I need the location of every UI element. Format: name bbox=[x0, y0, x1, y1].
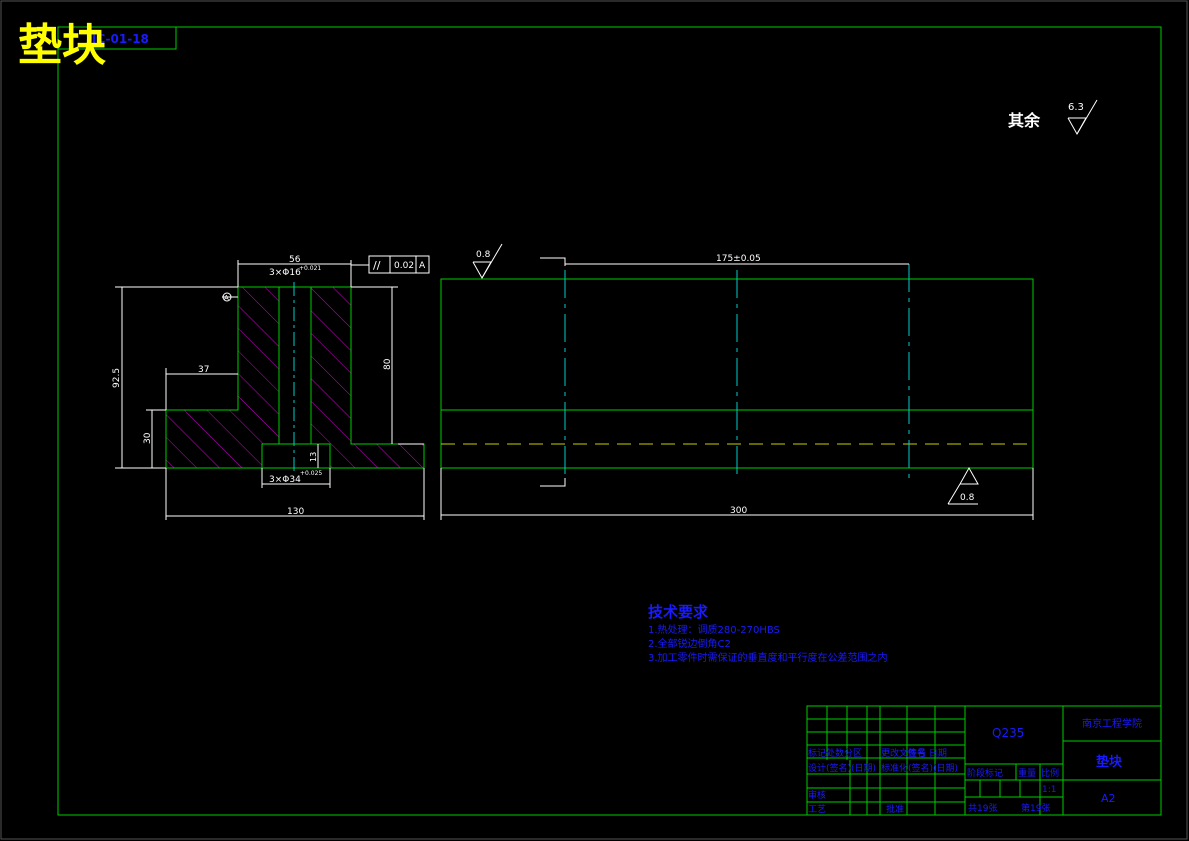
section-hatch bbox=[166, 287, 424, 468]
tb-row-label: 工艺 bbox=[808, 804, 826, 815]
title-block-grid bbox=[807, 706, 965, 815]
dim-hole-top: 3×Φ16 bbox=[269, 268, 301, 278]
dim-step: 37 bbox=[198, 365, 209, 375]
roughness-top-value: 0.8 bbox=[476, 250, 491, 260]
left-section-view: A 56 3×Φ16 +0.021 // 0.02 A 92.5 37 30 8… bbox=[112, 255, 430, 520]
dim-overall-width: 130 bbox=[287, 507, 304, 517]
tb-scale: 1:1 bbox=[1042, 785, 1056, 795]
datum-label: A bbox=[224, 294, 229, 302]
roughness-bottom-value: 0.8 bbox=[960, 493, 975, 503]
tb-stage-mark: 阶段标记 bbox=[967, 767, 1003, 779]
tech-req-title: 技术要求 bbox=[648, 603, 709, 621]
tb-row-label: 设计(签名)(日期) bbox=[808, 762, 876, 774]
dim-base-height: 30 bbox=[143, 432, 153, 444]
dim-length: 300 bbox=[730, 506, 747, 516]
dim-counterbore-depth: 13 bbox=[309, 452, 318, 462]
tb-sheet-no: 第19张 bbox=[1021, 802, 1050, 814]
big-title: 垫块 bbox=[18, 20, 106, 71]
tb-part-name: 垫块 bbox=[1096, 754, 1123, 770]
dim-height-left: 92.5 bbox=[112, 368, 122, 388]
tb-sheet-size: A2 bbox=[1101, 792, 1116, 805]
tb-row-label: 签名 日期 bbox=[908, 747, 947, 759]
tb-weight: 重量 bbox=[1018, 767, 1036, 779]
tolerance-datum: A bbox=[419, 261, 426, 271]
roughness-rest-value: 6.3 bbox=[1068, 102, 1084, 113]
dim-right-height: 80 bbox=[383, 358, 393, 370]
dim-hole-bottom-tol: +0.025 bbox=[300, 470, 322, 477]
roughness-rest-label: 其余 bbox=[1008, 111, 1041, 130]
tech-req-item: 1.热处理：调质280-270HBS bbox=[648, 623, 780, 636]
dim-top-width: 56 bbox=[289, 255, 301, 265]
dim-spacing: 175±0.05 bbox=[716, 254, 761, 264]
tb-row-label: 审核 bbox=[808, 789, 826, 801]
tolerance-symbol: // bbox=[373, 259, 381, 272]
tb-total-sheets: 共19张 bbox=[968, 803, 997, 814]
tb-row-label: 标记处数分区 bbox=[808, 747, 862, 759]
tb-school: 南京工程学院 bbox=[1082, 717, 1142, 730]
tech-req-item: 2.全部锐边倒角C2 bbox=[648, 637, 731, 650]
dim-hole-bottom: 3×Φ34 bbox=[269, 475, 301, 485]
technical-requirements: 技术要求 1.热处理：调质280-270HBS 2.全部锐边倒角C2 3.加工零… bbox=[648, 603, 888, 664]
tb-ratio: 比例 bbox=[1041, 767, 1059, 779]
tb-row-label: 批准 bbox=[886, 803, 904, 815]
right-front-view: 175±0.05 0.8 0.8 300 bbox=[440, 243, 1034, 520]
dim-hole-top-tol: +0.021 bbox=[299, 265, 321, 272]
tolerance-value: 0.02 bbox=[394, 261, 414, 271]
tb-material: Q235 bbox=[992, 726, 1024, 740]
tech-req-item: 3.加工零件时需保证的垂直度和平行度在公差范围之内 bbox=[648, 651, 888, 664]
cad-drawing: JC-01-18 垫块 其余 6.3 A 56 3×Φ16 +0.021 // … bbox=[0, 0, 1188, 840]
tb-row-label: 标准化(签名)(日期) bbox=[881, 762, 958, 774]
